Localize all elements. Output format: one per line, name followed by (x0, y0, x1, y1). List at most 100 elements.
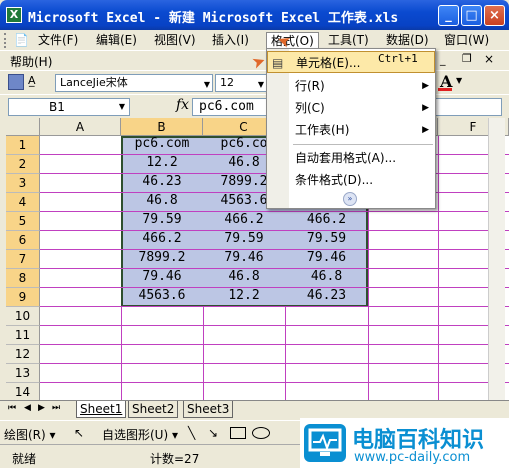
status-count: 计数=27 (150, 452, 200, 466)
row-header[interactable]: 8 (6, 269, 40, 288)
menu-item-label: 工作表(H) (295, 123, 350, 137)
row-header[interactable]: 1 (6, 136, 40, 155)
menu-item-conditional-format[interactable]: 条件格式(D)... (267, 169, 435, 191)
table-cell[interactable]: 46.8 (285, 269, 368, 288)
table-cell[interactable]: pc6.com (121, 136, 203, 155)
font-size-select[interactable]: 12 ▼ (215, 74, 267, 92)
menu-view[interactable]: 视图(V) (150, 32, 200, 49)
menu-edit[interactable]: 编辑(E) (92, 32, 141, 49)
submenu-arrow-icon: ▶ (422, 125, 429, 135)
table-cell[interactable]: 46.8 (203, 269, 285, 288)
chevron-down-icon[interactable]: ▼ (119, 99, 125, 115)
table-cell[interactable]: 46.23 (285, 288, 368, 307)
expand-menu-icon[interactable]: » (343, 192, 357, 206)
menu-file-icon[interactable]: 📄 (10, 32, 33, 49)
table-cell[interactable]: 79.59 (121, 212, 203, 231)
row-header[interactable]: 9 (6, 288, 40, 307)
menu-item-label: 自动套用格式(A)... (295, 151, 397, 165)
table-cell[interactable]: 12.2 (203, 288, 285, 307)
oval-icon[interactable] (252, 427, 270, 439)
last-sheet-icon[interactable]: ⏭ (52, 403, 60, 413)
line-icon[interactable]: ╲ (188, 426, 195, 440)
autoshapes-button[interactable]: 自选图形(U) ▾ (102, 426, 178, 443)
font-name-select[interactable]: LanceJie宋体 ▼ (55, 74, 213, 92)
menu-item-cells[interactable]: ▤ 单元格(E)... Ctrl+1 (267, 51, 435, 73)
draw-menu-button[interactable]: 绘图(R) ▾ (4, 426, 56, 443)
table-cell[interactable]: 466.2 (285, 212, 368, 231)
font-name-value: LanceJie宋体 (60, 76, 128, 89)
mdi-minimize-icon[interactable]: _ (440, 53, 446, 66)
prev-sheet-icon[interactable]: ◀ (24, 403, 31, 413)
mdi-restore-icon[interactable]: ❐ (462, 52, 472, 65)
excel-icon[interactable]: X (6, 7, 22, 23)
function-icon[interactable]: fx (176, 97, 189, 113)
mdi-close-icon[interactable]: × (484, 52, 494, 66)
gridline (40, 344, 509, 345)
table-cell[interactable]: 466.2 (203, 212, 285, 231)
menu-item-label: 列(C) (295, 101, 325, 115)
chevron-down-icon[interactable]: ▼ (456, 76, 462, 85)
font-icon: A̲ (28, 74, 36, 87)
first-sheet-icon[interactable]: ⏮ (8, 403, 16, 413)
menu-separator (293, 144, 433, 145)
row-header[interactable]: 5 (6, 212, 40, 231)
table-cell[interactable]: 46.8 (121, 193, 203, 212)
row-header[interactable]: 3 (6, 174, 40, 193)
table-cell[interactable]: 7899.2 (121, 250, 203, 269)
table-cell[interactable]: 466.2 (121, 231, 203, 250)
row-header[interactable]: 7 (6, 250, 40, 269)
tab-sheet2[interactable]: Sheet2 (128, 401, 179, 418)
menu-tools[interactable]: 工具(T) (324, 32, 373, 49)
submenu-arrow-icon: ▶ (422, 81, 429, 91)
status-ready: 就绪 (12, 452, 37, 466)
table-cell[interactable]: 4563.6 (121, 288, 203, 307)
table-cell[interactable]: 79.59 (285, 231, 368, 250)
row-header[interactable]: 6 (6, 231, 40, 250)
menu-item-row[interactable]: 行(R) ▶ (267, 75, 435, 97)
save-icon[interactable] (8, 74, 24, 90)
menu-item-label: 条件格式(D)... (295, 173, 374, 187)
cells-icon: ▤ (272, 56, 284, 70)
tab-sheet1[interactable]: Sheet1 (76, 401, 127, 418)
table-cell[interactable]: 79.46 (285, 250, 368, 269)
row-header[interactable]: 4 (6, 193, 40, 212)
row-header[interactable]: 2 (6, 155, 40, 174)
minimize-button[interactable]: _ (438, 5, 459, 26)
vertical-scrollbar[interactable] (488, 118, 505, 400)
table-cell[interactable]: 79.59 (203, 231, 285, 250)
watermark-url: www.pc-daily.com (354, 450, 471, 465)
tab-sheet3[interactable]: Sheet3 (183, 401, 234, 418)
cell-reference: B1 (49, 100, 65, 114)
column-header-b[interactable]: B (121, 118, 203, 136)
next-sheet-icon[interactable]: ▶ (38, 403, 45, 413)
format-menu-dropdown: ▤ 单元格(E)... Ctrl+1 行(R) ▶ 列(C) ▶ 工作表(H) … (266, 48, 436, 209)
table-cell[interactable]: 79.46 (203, 250, 285, 269)
chevron-down-icon[interactable]: ▼ (204, 77, 210, 93)
menu-data[interactable]: 数据(D) (382, 32, 433, 49)
chevron-down-icon[interactable]: ▼ (258, 77, 264, 93)
menu-window[interactable]: 窗口(W) (440, 32, 493, 49)
maximize-button[interactable]: □ (461, 5, 482, 26)
arrow-icon[interactable]: ↘ (208, 426, 218, 440)
table-cell[interactable]: 46.23 (121, 174, 203, 193)
name-box[interactable]: B1 ▼ (8, 98, 130, 116)
table-cell[interactable]: 12.2 (121, 155, 203, 174)
menu-file[interactable]: 文件(F) (34, 32, 82, 49)
menu-help[interactable]: 帮助(H) (10, 53, 52, 70)
row-header[interactable]: 13 (6, 364, 40, 383)
close-button[interactable]: × (484, 5, 505, 26)
row-header[interactable]: 14 (6, 383, 40, 400)
menu-item-sheet[interactable]: 工作表(H) ▶ (267, 119, 435, 141)
rectangle-icon[interactable] (230, 427, 246, 439)
column-header-a[interactable]: A (40, 118, 121, 136)
menu-item-column[interactable]: 列(C) ▶ (267, 97, 435, 119)
table-cell[interactable]: 79.46 (121, 269, 203, 288)
select-all-button[interactable] (6, 118, 40, 136)
row-header[interactable]: 11 (6, 326, 40, 345)
menu-item-autoformat[interactable]: 自动套用格式(A)... (267, 147, 435, 169)
toolbar-grip[interactable] (4, 33, 7, 48)
select-objects-icon[interactable]: ↖ (74, 426, 84, 440)
row-header[interactable]: 12 (6, 345, 40, 364)
menu-insert[interactable]: 插入(I) (208, 32, 253, 49)
row-header[interactable]: 10 (6, 307, 40, 326)
